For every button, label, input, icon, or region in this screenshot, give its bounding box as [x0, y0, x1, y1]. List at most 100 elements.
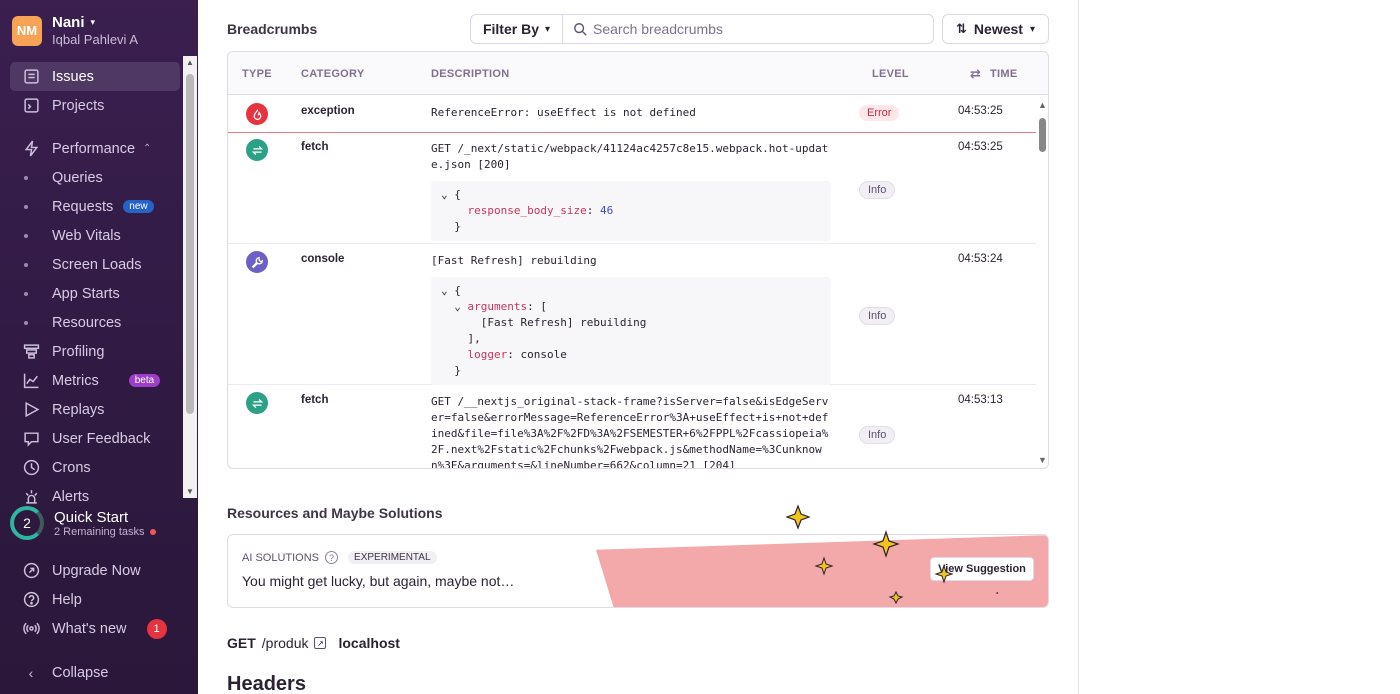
sidebar-item-metrics[interactable]: Metrics beta	[10, 366, 180, 395]
search-input[interactable]	[593, 21, 913, 37]
collapse-sidebar-button[interactable]: ‹ Collapse	[10, 658, 109, 687]
sidebar-item-projects[interactable]: Projects	[10, 91, 180, 120]
sidebar-item-queries[interactable]: Queries	[10, 163, 180, 192]
profiling-icon	[10, 343, 52, 360]
breadcrumb-search[interactable]	[562, 14, 934, 44]
request-method: GET	[227, 635, 256, 651]
level-badge-info: Info	[859, 426, 896, 444]
beta-badge: beta	[128, 374, 161, 387]
quick-start[interactable]: 2 Quick Start 2 Remaining tasks	[10, 506, 156, 540]
sort-label: Newest	[973, 21, 1023, 37]
column-header-time: TIME	[990, 68, 1018, 80]
sidebar-item-crons[interactable]: Crons	[10, 453, 180, 482]
scroll-down-arrow-icon[interactable]: ▼	[1038, 455, 1047, 465]
row-category: fetch	[301, 394, 329, 406]
sidebar-item-web-vitals[interactable]: Web Vitals	[10, 221, 180, 250]
sort-dropdown[interactable]: ⇅ Newest ▾	[942, 14, 1049, 44]
collapse-toggle-icon[interactable]: ⌄	[454, 300, 461, 313]
scrollbar-thumb[interactable]	[186, 74, 194, 414]
sidebar-item-whats-new[interactable]: What's new 1	[10, 614, 180, 643]
sidebar-item-screen-loads[interactable]: Screen Loads	[10, 250, 180, 279]
sidebar-item-performance[interactable]: Performance ⌃	[10, 134, 180, 163]
column-header-description: DESCRIPTION	[431, 68, 510, 80]
collapse-toggle-icon[interactable]: ⌄	[441, 284, 448, 297]
alerts-icon	[10, 488, 52, 505]
scroll-up-arrow-icon[interactable]: ▲	[186, 58, 194, 67]
request-url: GET /__nextjs_original-stack-frame?isSer…	[431, 395, 829, 469]
metrics-icon	[10, 372, 52, 389]
external-link-icon[interactable]: ↗	[314, 637, 327, 649]
chevron-left-icon: ‹	[28, 664, 34, 681]
filter-by-label: Filter By	[482, 21, 539, 37]
swap-time-format-icon[interactable]: ⇄	[970, 66, 981, 82]
table-row[interactable]: fetch GET /_next/static/webpack/41124ac4…	[228, 134, 1036, 244]
character-illustration-icon	[785, 504, 998, 605]
sidebar-item-requests[interactable]: Requests new	[10, 192, 180, 221]
table-row[interactable]: console [Fast Refresh] rebuilding ⌄ { ⌄ …	[228, 245, 1036, 385]
scroll-down-arrow-icon[interactable]: ▼	[186, 487, 194, 496]
sidebar-item-replays[interactable]: Replays	[10, 395, 180, 424]
org-name: Nani	[52, 14, 85, 31]
scroll-up-arrow-icon[interactable]: ▲	[1038, 100, 1047, 110]
sidebar-item-label: What's new	[52, 620, 127, 637]
request-line: GET /produk ↗ localhost	[227, 635, 400, 651]
sidebar-item-profiling[interactable]: Profiling	[10, 337, 180, 366]
sidebar-item-help[interactable]: Help	[10, 585, 180, 614]
sidebar-item-label: App Starts	[52, 285, 120, 302]
ai-solutions-label: AI SOLUTIONS	[242, 551, 320, 564]
sidebar-item-upgrade[interactable]: Upgrade Now	[10, 556, 180, 585]
projects-icon	[10, 97, 52, 114]
sidebar-item-app-starts[interactable]: App Starts	[10, 279, 180, 308]
chevron-down-icon: ▾	[90, 17, 96, 27]
scrollbar-thumb[interactable]	[1039, 118, 1046, 152]
error-message: useEffect is not defined	[536, 106, 696, 119]
collapse-toggle-icon[interactable]: ⌄	[441, 188, 448, 201]
org-switcher[interactable]: NM Nani ▾ Iqbal Pahlevi A	[12, 14, 138, 47]
feedback-icon	[10, 430, 52, 447]
sidebar-item-issues[interactable]: Issues	[10, 62, 180, 91]
row-time: 04:53:25	[958, 141, 1003, 153]
crons-icon	[10, 459, 52, 476]
chevron-down-icon: ▾	[1029, 23, 1035, 35]
sidebar-item-label: Screen Loads	[52, 256, 142, 273]
column-header-level: LEVEL	[872, 68, 909, 80]
table-row[interactable]: fetch GET /__nextjs_original-stack-frame…	[228, 386, 1036, 469]
filter-by-dropdown[interactable]: Filter By ▾	[470, 14, 563, 44]
sidebar-item-user-feedback[interactable]: User Feedback	[10, 424, 180, 453]
headers-section-title: Headers	[227, 673, 306, 694]
table-row[interactable]: exception ReferenceError: useEffect is n…	[228, 96, 1036, 133]
help-icon[interactable]: ?	[325, 551, 339, 564]
sidebar-scrollbar[interactable]: ▲ ▼	[183, 56, 197, 498]
performance-icon	[10, 140, 52, 157]
row-description: [Fast Refresh] rebuilding ⌄ { ⌄ argument…	[431, 253, 831, 385]
notification-dot	[149, 528, 156, 535]
new-badge: new	[123, 200, 154, 213]
row-time: 04:53:13	[958, 394, 1003, 406]
level-badge-info: Info	[859, 181, 896, 199]
solution-text: You might get lucky, but again, maybe no…	[242, 573, 515, 589]
right-pane	[1078, 0, 1400, 694]
sidebar-item-label: Requests	[52, 198, 114, 215]
table-scrollbar[interactable]: ▲ ▼	[1036, 96, 1048, 468]
sidebar-item-label: Metrics	[52, 372, 99, 389]
json-key: logger	[467, 348, 508, 361]
chevron-up-icon: ⌃	[143, 143, 152, 154]
sidebar-item-label: Issues	[52, 68, 94, 85]
org-avatar: NM	[12, 15, 42, 46]
broadcast-icon	[10, 620, 52, 637]
row-description: GET /_next/static/webpack/41124ac4257c8e…	[431, 141, 831, 241]
whats-new-count-badge: 1	[146, 618, 167, 639]
main-content: Breadcrumbs Filter By ▾ ⇅ Newest ▾ TYPE …	[198, 0, 1078, 694]
table-header: TYPE CATEGORY DESCRIPTION LEVEL ⇄ TIME	[228, 52, 1048, 95]
json-value: 46	[599, 204, 614, 217]
error-type: ReferenceError:	[431, 106, 531, 119]
row-category: exception	[301, 105, 355, 117]
sidebar-item-resources[interactable]: Resources	[10, 308, 180, 337]
swap-arrows-icon	[246, 139, 268, 161]
sidebar-item-label: Resources	[52, 314, 122, 331]
sidebar-item-label: Help	[52, 591, 82, 608]
level-badge-info: Info	[859, 307, 896, 325]
row-description: GET /__nextjs_original-stack-frame?isSer…	[431, 394, 831, 469]
console-message: [Fast Refresh] rebuilding	[431, 254, 597, 267]
json-key: arguments	[467, 300, 528, 313]
